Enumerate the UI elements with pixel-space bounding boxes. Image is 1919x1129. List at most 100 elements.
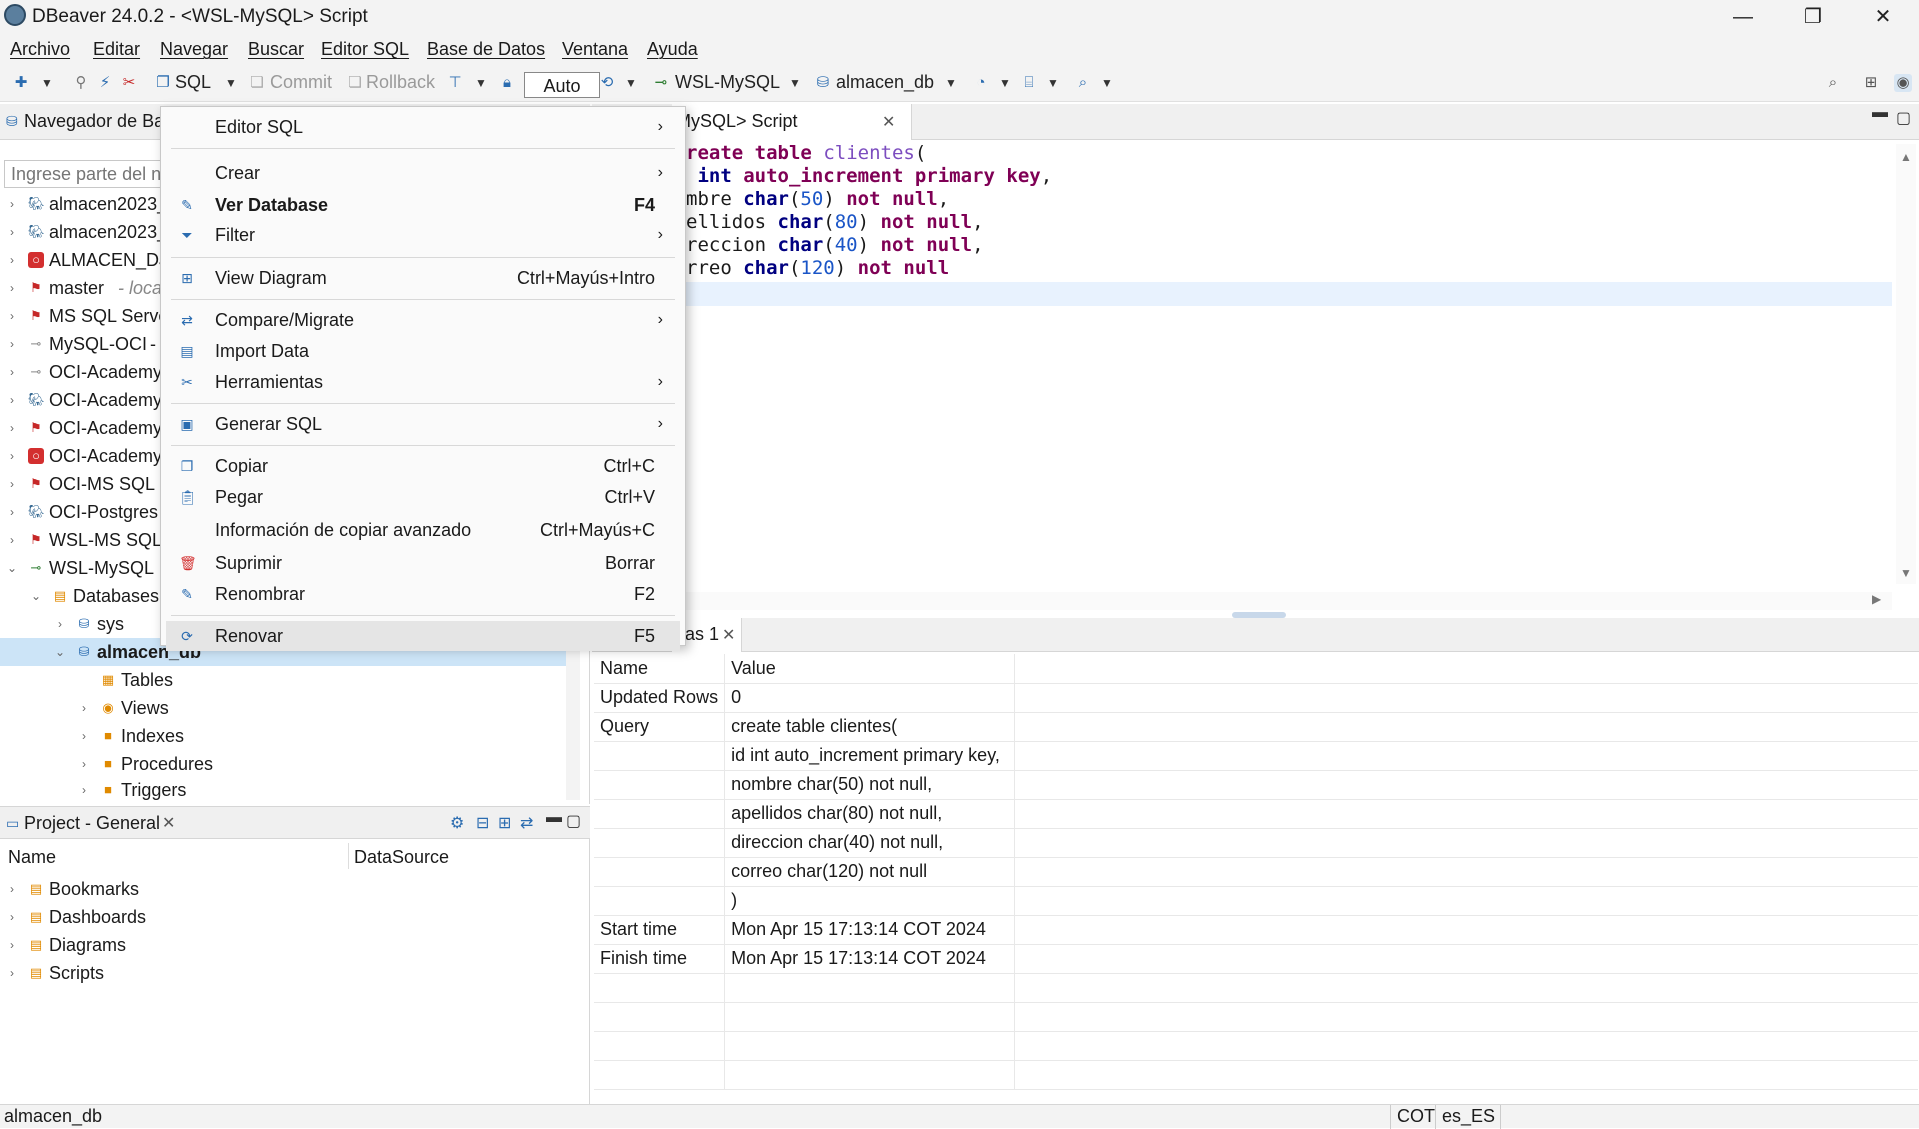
tree-node-folder[interactable]: › ■ Procedures bbox=[0, 750, 570, 778]
chevron-down-icon[interactable]: ▼ bbox=[222, 74, 240, 92]
table-row[interactable]: Finish time Mon Apr 15 17:13:14 COT 2024 bbox=[594, 944, 1918, 974]
project-item-bookmarks[interactable]: › ▤ Bookmarks bbox=[0, 875, 570, 903]
editor-tab[interactable]: MySQL> Script ✕ bbox=[672, 104, 912, 140]
maximize-button[interactable]: ❐ bbox=[1783, 0, 1843, 34]
tree-node-folder[interactable]: ▦ Tables bbox=[0, 666, 570, 694]
chevron-down-icon[interactable]: ▼ bbox=[1044, 74, 1062, 92]
dashboard-icon[interactable]: ◔ bbox=[972, 74, 990, 92]
chevron-down-icon[interactable]: ▼ bbox=[622, 74, 640, 92]
editor-vertical-scrollbar[interactable]: ▲ ▼ bbox=[1896, 144, 1916, 584]
menu-item-renovar[interactable]: ⟳ Renovar F5 bbox=[166, 621, 680, 651]
table-row[interactable]: direccion char(40) not null, bbox=[594, 828, 1918, 858]
menu-item-crear[interactable]: Crear › bbox=[161, 158, 685, 188]
link-icon[interactable]: ⇄ bbox=[520, 813, 533, 833]
minimize-icon[interactable]: ▬ bbox=[1872, 104, 1888, 122]
maximize-icon[interactable]: ▢ bbox=[566, 811, 581, 831]
menu-item-suprimir[interactable]: 🗑︎ Suprimir Borrar bbox=[161, 548, 685, 578]
active-database-selector[interactable]: almacen_db bbox=[836, 72, 934, 93]
connect-icon[interactable]: ⚡ bbox=[96, 74, 114, 92]
new-connection-icon[interactable]: ✚ bbox=[12, 74, 30, 92]
menu-base-de-datos[interactable]: Base de Datos bbox=[427, 39, 545, 60]
auto-commit-field[interactable]: Auto bbox=[524, 72, 600, 98]
settings-icon[interactable]: ⚙ bbox=[450, 813, 464, 833]
close-icon[interactable]: ✕ bbox=[162, 813, 175, 833]
menu-navegar[interactable]: Navegar bbox=[160, 39, 228, 60]
menu-archivo[interactable]: Archivo bbox=[10, 39, 70, 60]
search-icon[interactable]: ⌕ bbox=[1074, 74, 1092, 92]
menu-item-ver-database[interactable]: ✎ Ver Database F4 bbox=[161, 190, 685, 220]
menu-ventana[interactable]: Ventana bbox=[562, 39, 628, 60]
code-area[interactable]: reate table clientes( int auto_increment… bbox=[592, 142, 1892, 282]
table-row[interactable]: id int auto_increment primary key, bbox=[594, 741, 1918, 771]
close-icon[interactable]: ✕ bbox=[722, 625, 735, 645]
sql-editor-icon[interactable]: ❐ bbox=[154, 74, 172, 92]
dbeaver-perspective-icon[interactable]: ◉ bbox=[1894, 74, 1912, 92]
table-row[interactable]: correo char(120) not null bbox=[594, 857, 1918, 887]
close-button[interactable]: ✕ bbox=[1853, 0, 1913, 34]
active-connection-selector[interactable]: WSL-MySQL bbox=[675, 72, 780, 93]
tree-node-folder[interactable]: › ■ Triggers bbox=[0, 776, 570, 800]
transaction-mode-icon[interactable]: ⊤ bbox=[446, 74, 464, 92]
table-row[interactable]: ) bbox=[594, 886, 1918, 916]
table-row[interactable]: apellidos char(80) not null, bbox=[594, 799, 1918, 829]
project-item-diagrams[interactable]: › ▤ Diagrams bbox=[0, 931, 570, 959]
menu-item-filter[interactable]: ⏷ Filter › bbox=[161, 220, 685, 250]
menu-ayuda[interactable]: Ayuda bbox=[647, 39, 698, 60]
perspective-icon[interactable]: ⊞ bbox=[1862, 74, 1880, 92]
menu-editor-sql[interactable]: Editor SQL bbox=[321, 39, 409, 60]
navigator-title[interactable]: Navegador de Ba bbox=[24, 111, 164, 132]
expand-icon[interactable]: ⊞ bbox=[498, 813, 511, 833]
menu-item-copiar[interactable]: ❐ Copiar Ctrl+C bbox=[161, 451, 685, 481]
column-header-name[interactable]: Name bbox=[594, 654, 726, 684]
column-header-datasource[interactable]: DataSource bbox=[354, 847, 449, 868]
column-header-name[interactable]: Name bbox=[8, 847, 56, 868]
table-row[interactable]: nombre char(50) not null, bbox=[594, 770, 1918, 800]
editor-horizontal-scrollbar[interactable]: ▶ bbox=[592, 592, 1892, 610]
global-search-icon[interactable]: ⌕ bbox=[1824, 74, 1842, 92]
diagram-icon: ⊞ bbox=[181, 270, 193, 286]
menu-item-copiar-avanzado[interactable]: Información de copiar avanzado Ctrl+Mayús… bbox=[161, 515, 685, 545]
menu-item-pegar[interactable]: 📋︎ Pegar Ctrl+V bbox=[161, 482, 685, 512]
chevron-down-icon[interactable]: ▼ bbox=[786, 74, 804, 92]
tree-node-folder[interactable]: › ◉ Views bbox=[0, 694, 570, 722]
column-header-value[interactable]: Value bbox=[724, 654, 1016, 684]
disconnect-icon[interactable]: ✂ bbox=[120, 74, 138, 92]
plug-icon[interactable]: ⚲ bbox=[72, 74, 90, 92]
menu-editar[interactable]: Editar bbox=[93, 39, 140, 60]
table-row[interactable]: Start time Mon Apr 15 17:13:14 COT 2024 bbox=[594, 915, 1918, 945]
chevron-down-icon[interactable]: ▼ bbox=[942, 74, 960, 92]
main-toolbar: ✚ ▼ ⚲ ⚡ ✂ ❐ SQL ▼ ❏ Commit ❏ Rollback ⊤ … bbox=[0, 64, 1919, 102]
rollback-button[interactable]: Rollback bbox=[366, 72, 435, 93]
menu-item-herramientas[interactable]: ✂ Herramientas › bbox=[161, 367, 685, 397]
collapse-icon[interactable]: ⊟ bbox=[476, 813, 489, 833]
chevron-down-icon[interactable]: ▼ bbox=[996, 74, 1014, 92]
chevron-down-icon[interactable]: ▼ bbox=[1098, 74, 1116, 92]
project-icon: ▭ bbox=[6, 815, 20, 831]
project-item-dashboards[interactable]: › ▤ Dashboards bbox=[0, 903, 570, 931]
tools-icon[interactable]: ⌸ bbox=[1020, 74, 1038, 92]
project-item-scripts[interactable]: › ▤ Scripts bbox=[0, 959, 570, 987]
sql-button[interactable]: SQL bbox=[175, 72, 211, 93]
table-row[interactable]: Updated Rows 0 bbox=[594, 683, 1918, 713]
lock-icon[interactable]: 🔒︎ bbox=[498, 74, 516, 92]
chevron-down-icon[interactable]: ▼ bbox=[472, 74, 490, 92]
menu-item-import-data[interactable]: ▤ Import Data bbox=[161, 336, 685, 366]
close-icon[interactable]: ✕ bbox=[882, 112, 895, 132]
menu-item-view-diagram[interactable]: ⊞ View Diagram Ctrl+Mayús+Intro bbox=[161, 263, 685, 293]
tree-node-folder[interactable]: › ■ Indexes bbox=[0, 722, 570, 750]
menu-item-renombrar[interactable]: ✎ Renombrar F2 bbox=[161, 579, 685, 609]
project-title[interactable]: Project - General bbox=[24, 813, 160, 834]
minimize-button[interactable]: — bbox=[1713, 0, 1773, 34]
table-row[interactable]: Query create table clientes( bbox=[594, 712, 1918, 742]
menu-buscar[interactable]: Buscar bbox=[248, 39, 304, 60]
minimize-icon[interactable]: ▬ bbox=[546, 809, 562, 827]
menu-item-editor-sql[interactable]: Editor SQL › bbox=[161, 112, 685, 142]
menu-item-compare-migrate[interactable]: ⇄ Compare/Migrate › bbox=[161, 305, 685, 335]
paste-icon: 📋︎ bbox=[179, 489, 197, 505]
history-icon[interactable]: ⟲ bbox=[598, 74, 616, 92]
menu-item-generar-sql[interactable]: ▣ Generar SQL › bbox=[161, 409, 685, 439]
chevron-down-icon[interactable]: ▼ bbox=[38, 74, 56, 92]
maximize-icon[interactable]: ▢ bbox=[1896, 108, 1911, 128]
commit-button[interactable]: Commit bbox=[270, 72, 332, 93]
menu-separator bbox=[171, 299, 675, 300]
